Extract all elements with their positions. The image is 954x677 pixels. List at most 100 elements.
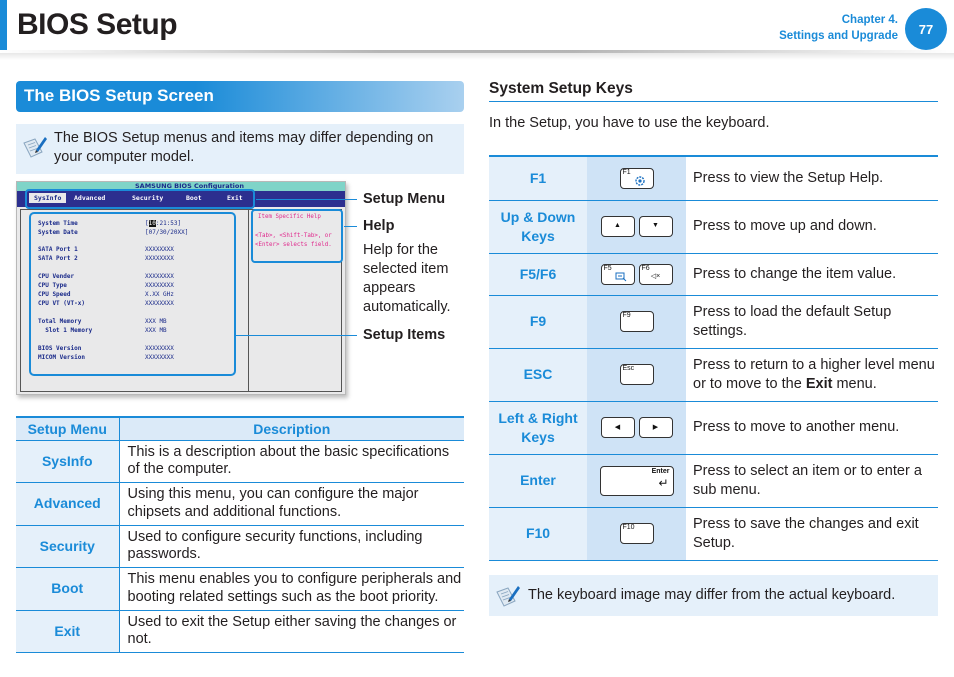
note-box: The BIOS Setup menus and items may diffe… (16, 124, 464, 174)
bios-item-value: X.XX GHz (145, 291, 174, 298)
bios-item-label: MICOM Version (38, 354, 85, 361)
down-arrow-key: ▼ (638, 216, 673, 237)
f9-key: F9 (619, 311, 654, 332)
table-row: F5/F6 F5 F6 ◁× Press to change the item … (489, 253, 938, 296)
key-image: Esc (587, 348, 686, 402)
table-row: F10 F10 Press to save the changes and ex… (489, 507, 938, 561)
bios-time-rest: :21:53] (155, 220, 182, 227)
key-image: F1 (587, 156, 686, 201)
intro-text: In the Setup, you have to use the keyboa… (489, 115, 770, 131)
key-image: ◀ ▶ (587, 401, 686, 455)
key-description: Press to save the changes and exit Setup… (686, 507, 938, 561)
callout-line-help (344, 226, 357, 227)
key-label: Enter (651, 467, 670, 475)
table-row: Security Used to configure security func… (16, 525, 464, 568)
callout-help-description: Help for the selected item appears autom… (363, 242, 451, 315)
callout-setup-menu: Setup Menu (363, 191, 446, 207)
bios-item-value: [07/30/20XX] (145, 229, 189, 236)
key-name: Enter (489, 454, 587, 508)
key-label: F10 (622, 524, 635, 531)
key-name: F1 (489, 156, 587, 201)
bios-item-label: CPU VT (VT-x) (38, 300, 85, 307)
key-description: Press to change the item value. (686, 253, 938, 296)
chapter-title: Settings and Upgrade (779, 30, 898, 42)
f6-key: F6 ◁× (638, 263, 673, 285)
bios-item-label: CPU Vender (38, 273, 75, 280)
callout-line-setup-items (235, 335, 357, 336)
bios-item-label: CPU Speed (38, 291, 71, 298)
note-text: The keyboard image may differ from the a… (528, 587, 896, 603)
menu-name: SysInfo (16, 440, 120, 483)
mute-icon: ◁× (650, 272, 661, 280)
key-description: Press to select an item or to enter a su… (686, 454, 938, 508)
bios-item-value: XXXXXXXX (145, 282, 174, 289)
enter-key: Enter ↵ (599, 465, 674, 496)
bios-item-value: XXXXXXXX (145, 255, 174, 262)
bios-item-value: XXXXXXXX (145, 273, 174, 280)
menu-name: Advanced (16, 482, 120, 526)
bios-item-value: XXXXXXXX (145, 246, 174, 253)
key-image: Enter ↵ (587, 454, 686, 508)
menu-description: This menu enables you to configure perip… (119, 567, 464, 611)
arrow-up-icon: ▲ (614, 222, 621, 229)
key-name: F9 (489, 295, 587, 349)
key-description: Press to return to a higher level menu o… (686, 348, 938, 402)
section-title: The BIOS Setup Screen (24, 86, 214, 105)
key-image: F9 (587, 295, 686, 349)
menu-name: Boot (16, 567, 120, 611)
bios-panel-divider (248, 209, 249, 392)
chapter-label: Chapter 4. Settings and Upgrade (779, 12, 898, 44)
bios-screenshot: SAMSUNG BIOS Configuration SysInfo Advan… (16, 181, 346, 395)
bios-item-value: XXXXXXXX (145, 345, 174, 352)
key-description: Press to move up and down. (686, 200, 938, 254)
right-arrow-key: ▶ (638, 417, 673, 438)
header-accent-bar (0, 0, 7, 52)
column-header-description: Description (119, 416, 464, 441)
bios-item-value: XXXXXXXX (145, 354, 174, 361)
setup-menu-highlight (25, 189, 255, 209)
key-label: Esc (622, 365, 635, 372)
setup-keys-table: F1 F1 Press to view the Setup Help. Up &… (489, 155, 938, 561)
column-header-setup-menu: Setup Menu (16, 416, 120, 441)
key-name: Up & Down Keys (489, 200, 587, 254)
key-name: Left & Right Keys (489, 401, 587, 455)
bios-item-label: Total Memory (38, 318, 82, 325)
arrow-right-icon: ▶ (652, 424, 659, 431)
setup-menu-table: Setup Menu Description SysInfo This is a… (16, 416, 464, 653)
bios-item-label: SATA Port 2 (38, 255, 78, 262)
menu-description: Used to exit the Setup either saving the… (119, 610, 464, 653)
bios-item-label: BIOS Version (38, 345, 82, 352)
key-image: F10 (587, 507, 686, 561)
chapter-number: Chapter 4. (841, 14, 898, 26)
bios-item-label: CPU Type (38, 282, 67, 289)
header-divider (0, 50, 954, 60)
menu-description: This is a description about the basic sp… (119, 440, 464, 483)
bios-help-title: Item Specific Help (258, 214, 321, 220)
key-image: F5 F6 ◁× (587, 253, 686, 296)
key-name: ESC (489, 348, 587, 402)
table-row: ESC Esc Press to return to a higher leve… (489, 348, 938, 402)
keyboard-note-box: The keyboard image may differ from the a… (489, 575, 938, 616)
table-row: F1 F1 Press to view the Setup Help. (489, 156, 938, 201)
bios-item-label: SATA Port 1 (38, 246, 78, 253)
key-name: F5/F6 (489, 253, 587, 296)
menu-name: Exit (16, 610, 120, 653)
table-row: Left & Right Keys ◀ ▶ Press to move to an… (489, 401, 938, 455)
bios-item-value: XXX MB (145, 327, 167, 334)
arrow-left-icon: ◀ (614, 424, 621, 431)
f10-key: F10 (619, 523, 654, 544)
note-pencil-icon (496, 586, 520, 607)
enter-icon: ↵ (658, 475, 669, 490)
menu-description: Using this menu, you can configure the m… (119, 482, 464, 526)
note-text: The BIOS Setup menus and items may diffe… (54, 130, 434, 165)
bios-item-label: Slot 1 Memory (38, 327, 93, 334)
key-label: F9 (622, 312, 631, 319)
key-label: F6 (641, 264, 650, 272)
note-pencil-icon (23, 137, 47, 158)
table-row: F9 F9 Press to load the default Setup se… (489, 295, 938, 349)
page-title: BIOS Setup (17, 8, 178, 41)
arrow-down-icon: ▼ (652, 222, 659, 229)
table-row: Up & Down Keys ▲ ▼ Press to move up and d… (489, 200, 938, 254)
up-arrow-key: ▲ (600, 216, 635, 237)
table-header-row: Setup Menu Description (16, 416, 464, 441)
